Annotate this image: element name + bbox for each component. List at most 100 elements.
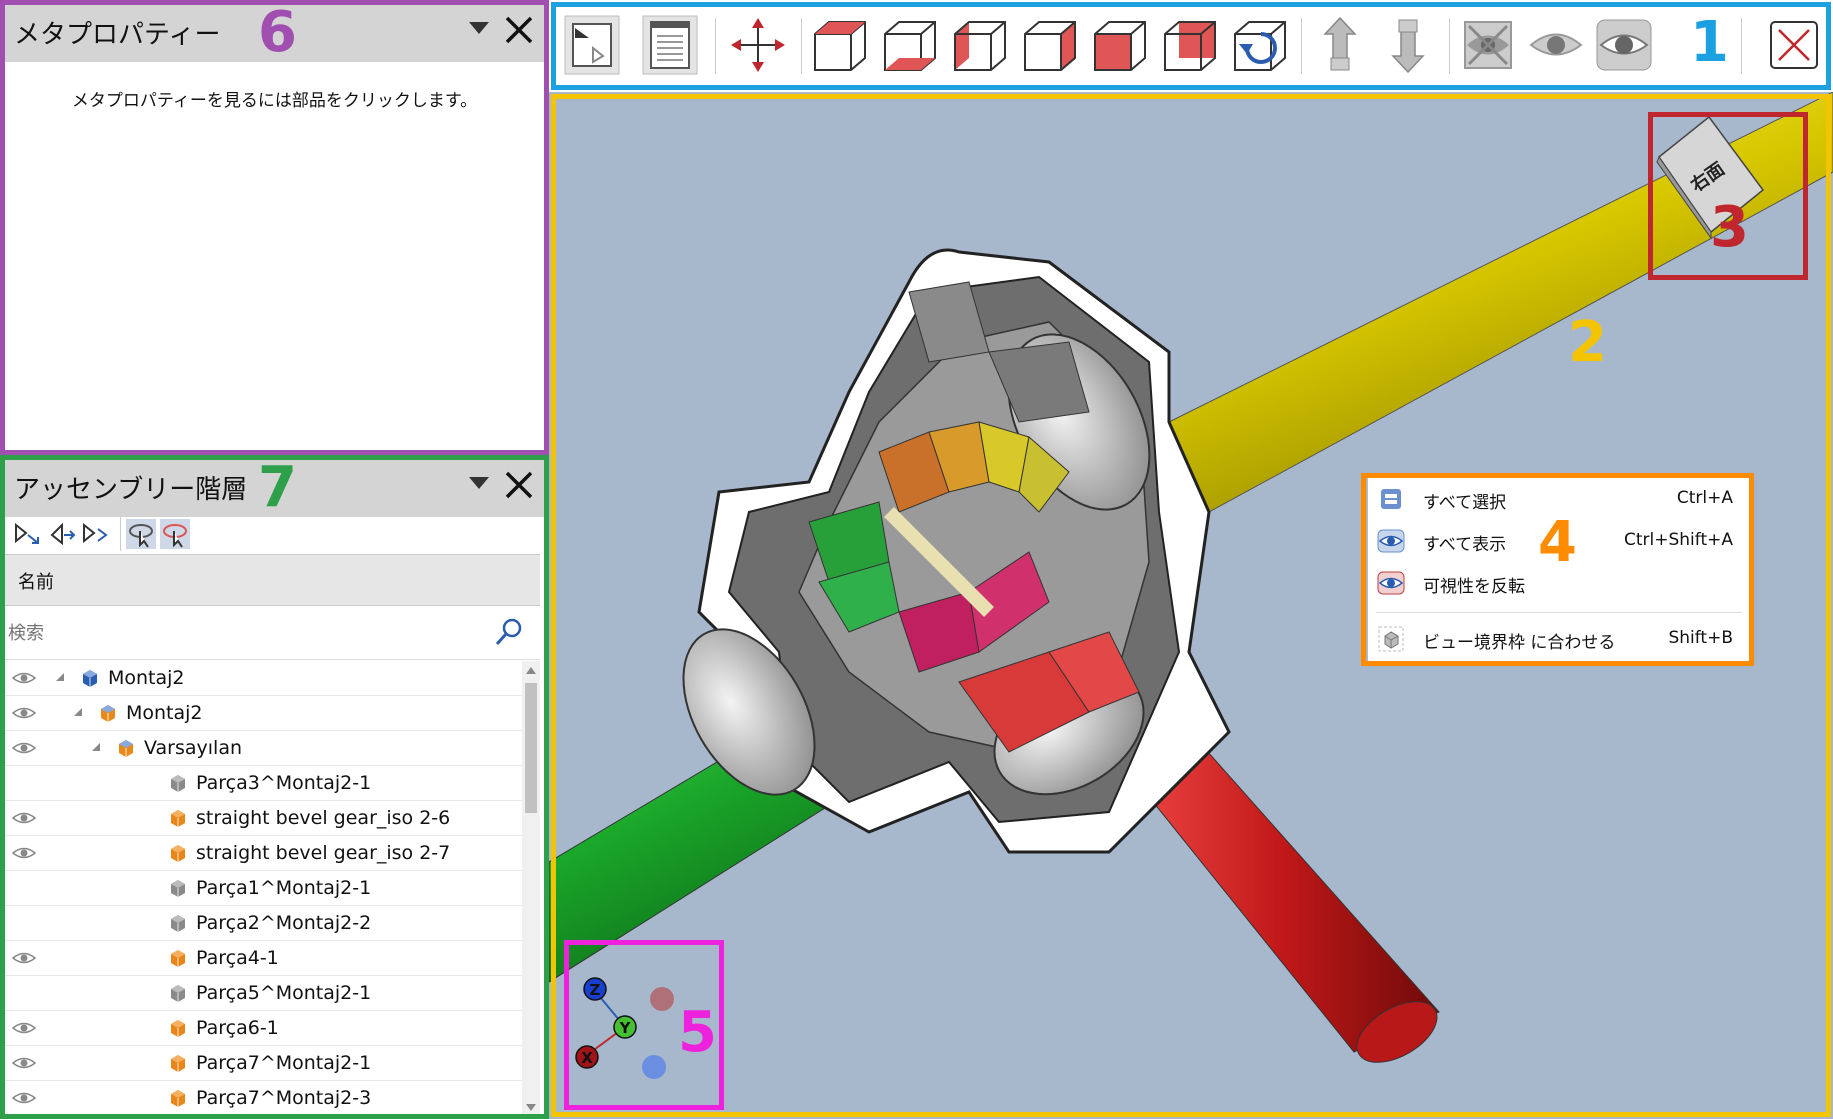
visibility-eye-icon[interactable]: [12, 809, 36, 827]
part-orange-icon: [171, 1090, 185, 1107]
part-orange-icon: [171, 950, 185, 967]
scroll-thumb[interactable]: [525, 683, 537, 813]
visibility-eye-icon[interactable]: [12, 669, 36, 687]
tree-row[interactable]: Parça2^Montaj2-2: [0, 906, 522, 941]
view-cube[interactable]: 右面: [1649, 112, 1769, 252]
toolbar-separator: [801, 18, 802, 74]
select-cursor-icon[interactable]: [126, 519, 156, 549]
move-down-icon[interactable]: [1379, 14, 1437, 76]
expand-triangle-icon[interactable]: [56, 673, 64, 681]
visibility-eye-icon[interactable]: [12, 844, 36, 862]
menu-item-shortcut: Ctrl+Shift+A: [1623, 530, 1733, 550]
close-icon[interactable]: [499, 10, 539, 50]
menu-item-show-all[interactable]: すべて表示 Ctrl+Shift+A: [1368, 520, 1750, 562]
menu-item-select-all[interactable]: すべて選択 Ctrl+A: [1368, 478, 1750, 520]
search-input[interactable]: [6, 615, 490, 651]
tree-row[interactable]: straight bevel gear_iso 2-6: [0, 801, 522, 836]
visibility-eye-icon[interactable]: [12, 739, 36, 757]
chevron-down-icon[interactable]: [469, 477, 489, 489]
part-gray-icon: [171, 775, 185, 792]
triad-y-label: Y: [619, 1019, 632, 1037]
tree-row-label: Parça6-1: [196, 1017, 279, 1039]
search-icon[interactable]: [494, 617, 524, 647]
menu-item-label: ビュー境界枠 に合わせる: [1423, 633, 1616, 653]
toolbar-separator: [1301, 18, 1302, 74]
axis-triad[interactable]: Z Y X: [559, 967, 689, 1087]
visibility-eye-icon[interactable]: [12, 1054, 36, 1072]
context-menu: すべて選択 Ctrl+A すべて表示 Ctrl+Shift+A 可視性を反転 ビ…: [1367, 477, 1751, 662]
meta-panel-header: メタプロパティー: [0, 0, 549, 62]
collapse-tree-icon[interactable]: [46, 519, 76, 549]
show-icon[interactable]: [1527, 14, 1585, 76]
invert-visibility-icon: [1377, 571, 1405, 595]
tree-row[interactable]: Parça3^Montaj2-1: [0, 766, 522, 801]
rotate-view-icon[interactable]: [1231, 14, 1289, 76]
fit-view-icon[interactable]: [729, 14, 787, 76]
menu-item-shortcut: Shift+B: [1668, 628, 1733, 648]
left-view-icon[interactable]: [951, 14, 1009, 76]
tree-row[interactable]: straight bevel gear_iso 2-7: [0, 836, 522, 871]
menu-item-invert-visibility[interactable]: 可視性を反転: [1368, 562, 1750, 604]
toolbar-separator: [715, 18, 716, 74]
menu-item-label: すべて表示: [1423, 535, 1507, 555]
tree-row[interactable]: Parça6-1: [0, 1011, 522, 1046]
part-gray-icon: [171, 915, 185, 932]
subassembly-icon: [119, 740, 133, 757]
toolbar-separator: [1449, 18, 1450, 74]
expand-triangle-icon[interactable]: [74, 708, 82, 716]
tree-row-label: Parça7^Montaj2-1: [196, 1052, 372, 1074]
tree-row-label: Parça1^Montaj2-1: [196, 877, 372, 899]
tree-row[interactable]: Parça1^Montaj2-1: [0, 871, 522, 906]
tree-row[interactable]: Montaj2: [0, 661, 522, 696]
triad-x-label: X: [581, 1049, 593, 1067]
name-column-header[interactable]: 名前: [0, 554, 540, 606]
tree-row-label: Parça5^Montaj2-1: [196, 982, 372, 1004]
meta-properties-panel: メタプロパティー メタプロパティーを見るには部品をクリックします。: [0, 0, 549, 455]
tree-row[interactable]: Montaj2: [0, 696, 522, 731]
close-icon[interactable]: [1765, 14, 1823, 76]
tree-row-label: Parça7^Montaj2-3: [196, 1087, 372, 1109]
meta-panel-title: メタプロパティー: [14, 20, 221, 50]
menu-item-shortcut: Ctrl+A: [1676, 488, 1733, 508]
show-all-icon[interactable]: [1595, 14, 1653, 76]
visibility-eye-icon[interactable]: [12, 949, 36, 967]
bottom-view-icon[interactable]: [881, 14, 939, 76]
menu-item-fit-bounds[interactable]: ビュー境界枠 に合わせる Shift+B: [1368, 618, 1750, 660]
deselect-cursor-icon[interactable]: [160, 519, 190, 549]
close-icon[interactable]: [499, 465, 539, 505]
sync-selection-icon[interactable]: [80, 519, 110, 549]
scroll-up-icon[interactable]: [526, 667, 536, 674]
name-column-label: 名前: [18, 572, 54, 593]
assembly-icon: [83, 670, 97, 687]
document-icon[interactable]: [641, 14, 699, 76]
chevron-down-icon[interactable]: [469, 22, 489, 34]
assembly-panel-header: アッセンブリー階層: [0, 455, 549, 517]
meta-panel-message: メタプロパティーを見るには部品をクリックします。: [71, 91, 478, 111]
scroll-down-icon[interactable]: [526, 1104, 536, 1111]
assembly-hierarchy-panel: アッセンブリー階層 名前 Montaj2 Montaj2 Varsayılan Par…: [0, 455, 549, 1119]
back-view-icon[interactable]: [1091, 14, 1149, 76]
top-view-icon[interactable]: [1161, 14, 1219, 76]
tree-row[interactable]: Parça5^Montaj2-1: [0, 976, 522, 1011]
hide-selected-icon[interactable]: [1459, 14, 1517, 76]
toolbar-separator: [1741, 18, 1742, 74]
visibility-eye-icon[interactable]: [12, 1089, 36, 1107]
tree-scrollbar[interactable]: [522, 661, 540, 1117]
visibility-eye-icon[interactable]: [12, 1019, 36, 1037]
move-up-icon[interactable]: [1311, 14, 1369, 76]
tree-row[interactable]: Parça7^Montaj2-3: [0, 1081, 522, 1116]
tree-row[interactable]: Varsayılan: [0, 731, 522, 766]
tree-row-label: Parça4-1: [196, 947, 279, 969]
visibility-eye-icon[interactable]: [12, 704, 36, 722]
subassembly-icon: [101, 705, 115, 722]
triad-z-label: Z: [590, 981, 601, 999]
right-view-icon[interactable]: [1021, 14, 1079, 76]
expand-tree-icon[interactable]: [12, 519, 42, 549]
front-view-icon[interactable]: [811, 14, 869, 76]
tree-row[interactable]: Parça4-1: [0, 941, 522, 976]
panel-toggle-icon[interactable]: [563, 14, 621, 76]
expand-triangle-icon[interactable]: [92, 743, 100, 751]
tree-row[interactable]: Parça7^Montaj2-1: [0, 1046, 522, 1081]
assembly-panel-title: アッセンブリー階層: [14, 475, 248, 505]
menu-separator: [1376, 612, 1742, 613]
